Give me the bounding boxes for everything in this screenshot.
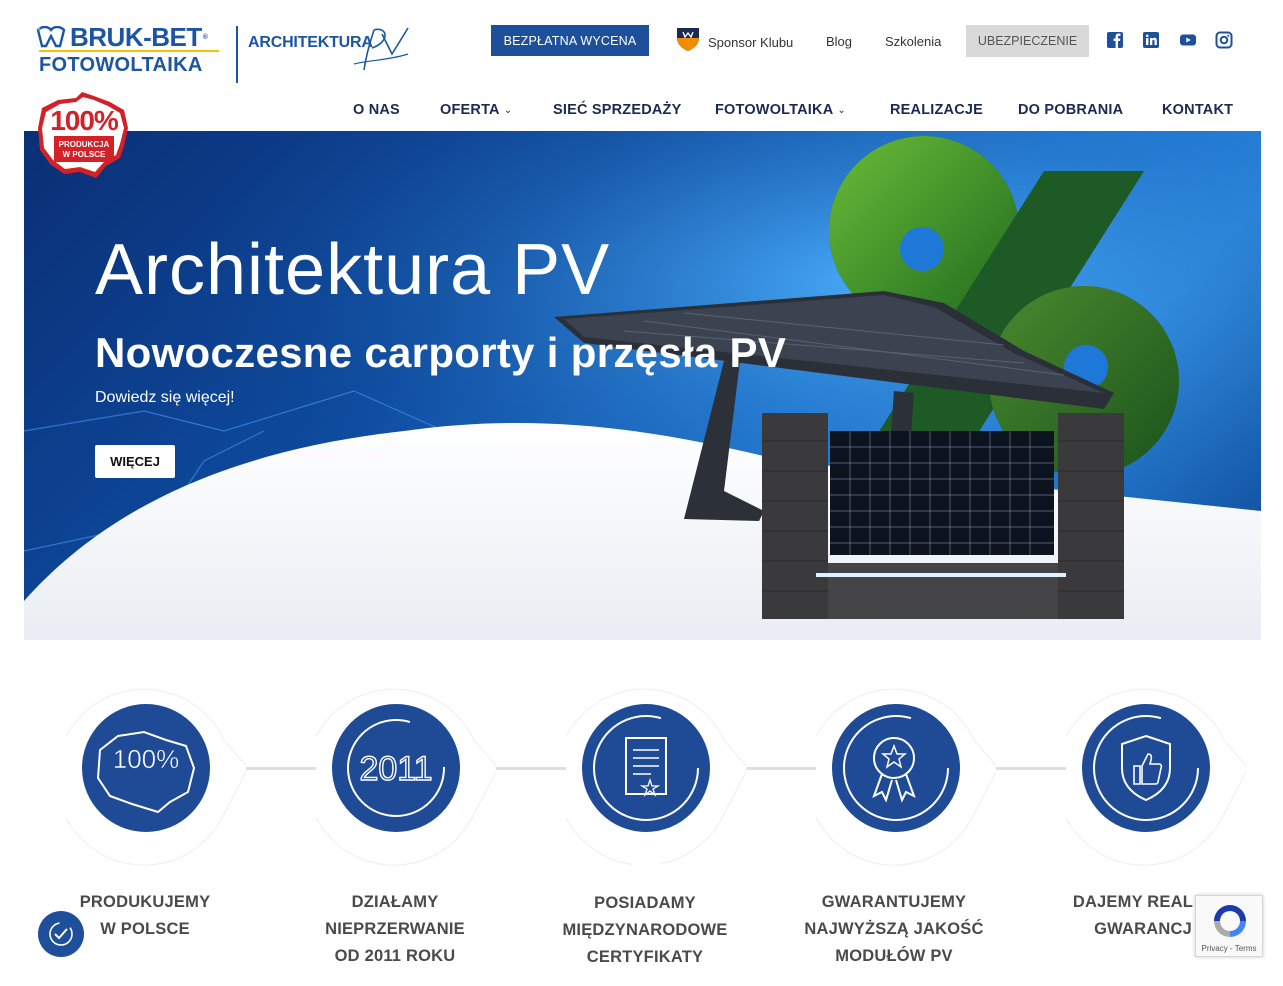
feature-since-2011: 2011 — [316, 688, 496, 868]
feature-made-in-poland: 100% — [66, 688, 246, 868]
hero-learn-more-link[interactable]: Dowiedz się więcej! — [95, 389, 235, 407]
badge-percent: 100% — [50, 105, 119, 136]
shield-thumb-icon — [1066, 688, 1246, 866]
chevron-down-icon: ⌄ — [837, 104, 846, 116]
feature-guarantee — [1066, 688, 1246, 868]
chevron-down-icon: ⌄ — [503, 104, 513, 116]
nav-realizacje[interactable]: REALIZACJE — [890, 102, 983, 118]
badge-line2: W POLSCE — [63, 150, 106, 159]
year-2011-icon: 2011 — [316, 688, 496, 866]
svg-text:100%: 100% — [113, 744, 180, 774]
hero-background-graphic — [24, 131, 1261, 640]
nav-fotowoltaika[interactable]: FOTOWOLTAIKA ⌄ — [715, 102, 846, 118]
bruk-bet-logo[interactable]: BRUK-BET ® FOTOWOLTAIKA — [36, 22, 226, 78]
check-badge-icon — [49, 922, 73, 946]
logo-line2: FOTOWOLTAIKA — [39, 54, 203, 76]
sponsor-link[interactable]: Sponsor Klubu — [674, 26, 793, 52]
free-quote-button[interactable]: BEZPŁATNA WYCENA — [491, 25, 649, 56]
recaptcha-icon — [1214, 905, 1246, 937]
poland-100-icon: 100% — [66, 688, 246, 866]
badge-line1: PRODUKCJA — [59, 140, 110, 149]
feature-label-quality: GWARANTUJEMY NAJWYŻSZĄ JAKOŚĆ MODUŁÓW PV — [804, 893, 984, 965]
youtube-icon[interactable] — [1179, 31, 1197, 49]
instagram-icon[interactable] — [1215, 31, 1233, 49]
site-header: BRUK-BET ® FOTOWOLTAIKA ARCHITEKTURA BEZP… — [0, 0, 1283, 131]
nav-do-pobrania[interactable]: DO POBRANIA — [1018, 102, 1123, 118]
award-icon — [816, 688, 996, 866]
feature-label-since-2011: DZIAŁAMY NIEPRZERWANIE OD 2011 ROKU — [325, 893, 465, 965]
bruk-bet-mark-icon — [36, 25, 66, 47]
accessibility-check-button[interactable] — [38, 911, 84, 957]
recaptcha-widget[interactable]: Privacy - Terms — [1195, 895, 1263, 957]
feature-label-guarantee: DAJEMY REAL GWARANCJ — [1072, 893, 1193, 938]
poland-map-badge-icon: 100% PRODUKCJA W POLSCE — [38, 92, 128, 178]
logo-registered-mark: ® — [202, 34, 208, 41]
architektura-pv-logo[interactable]: ARCHITEKTURA — [248, 24, 413, 76]
made-in-poland-badge: 100% PRODUKCJA W POLSCE — [36, 88, 132, 186]
sponsor-label: Sponsor Klubu — [708, 34, 794, 50]
pv-script-mark-icon — [353, 27, 409, 71]
hero-more-button[interactable]: WIĘCEJ — [95, 445, 175, 478]
nav-siec-sprzedazy[interactable]: SIEĆ SPRZEDAŻY — [553, 102, 682, 118]
feature-certificates — [566, 688, 746, 868]
feature-quality — [816, 688, 996, 868]
facebook-icon[interactable] — [1106, 31, 1124, 49]
nav-kontakt[interactable]: KONTAKT — [1162, 102, 1233, 118]
certificate-icon — [566, 688, 746, 868]
hero-banner: Architektura PV Nowoczesne carporty i pr… — [24, 131, 1261, 640]
nav-oferta[interactable]: OFERTA ⌄ — [440, 102, 512, 118]
club-crest-icon — [677, 28, 699, 51]
hero-title: Architektura PV — [95, 230, 611, 310]
linkedin-icon[interactable] — [1142, 31, 1160, 49]
logo-line1: BRUK-BET — [70, 22, 202, 52]
logo-divider — [236, 26, 238, 83]
logo-underline — [39, 50, 219, 52]
hero-subtitle: Nowoczesne carporty i przęsła PV — [95, 329, 787, 376]
szkolenia-link[interactable]: Szkolenia — [885, 34, 941, 49]
svg-text:2011: 2011 — [359, 750, 432, 788]
nav-o-nas[interactable]: O NAS — [353, 102, 400, 118]
pv-fence-graphic — [762, 413, 1124, 619]
recaptcha-links[interactable]: Privacy - Terms — [1196, 944, 1262, 953]
blog-link[interactable]: Blog — [826, 34, 852, 49]
feature-label-certificates: POSIADAMY MIĘDZYNARODOWE CERTYFIKATY — [562, 894, 728, 966]
insurance-button[interactable]: UBEZPIECZENIE — [966, 25, 1089, 57]
